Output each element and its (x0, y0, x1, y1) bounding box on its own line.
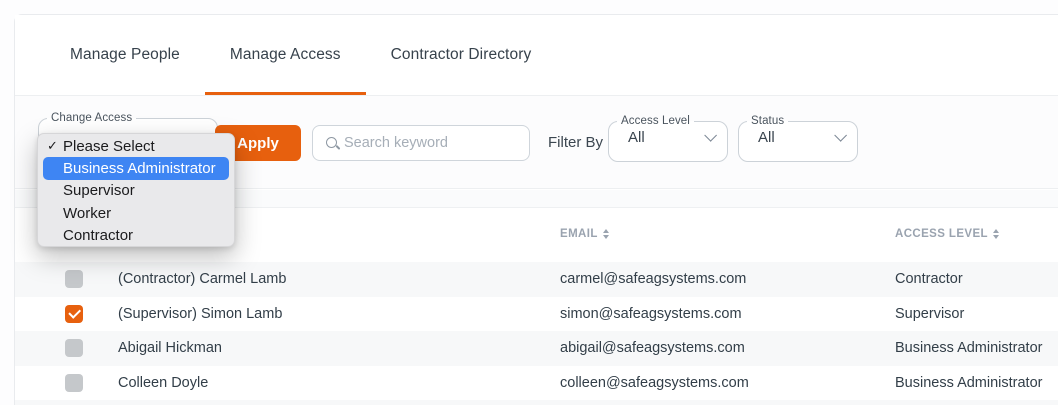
tab-contractor-directory[interactable]: Contractor Directory (366, 15, 557, 95)
access-level-filter-value: All (628, 129, 645, 146)
column-header-access-level[interactable]: ACCESS LEVEL (895, 228, 999, 240)
name-cell: Colleen Doyle (118, 374, 209, 391)
menu-item-label: Supervisor (63, 182, 135, 200)
table-row[interactable]: (Contractor) Carmel Lamb carmel@safeagsy… (15, 262, 1058, 297)
check-icon: ✓ (47, 138, 58, 154)
row-checkbox[interactable] (65, 373, 83, 392)
sort-icon (992, 228, 999, 240)
menu-item-label: Worker (63, 204, 112, 222)
tab-manage-access[interactable]: Manage Access (204, 15, 366, 95)
filter-by-label: Filter By (548, 134, 604, 151)
access-level-cell: Business Administrator (895, 374, 1043, 391)
menu-item-please-select[interactable]: ✓ Please Select (38, 135, 234, 157)
row-checkbox-checked[interactable] (65, 304, 83, 323)
menu-item-worker[interactable]: Worker (38, 202, 234, 224)
email-cell: carmel@safeagsystems.com (560, 271, 747, 288)
table-row[interactable]: Abigail Hickman abigail@safeagsystems.co… (15, 331, 1058, 366)
search-box[interactable] (312, 125, 530, 161)
table-row[interactable]: (Supervisor) Simon Lamb simon@safeagsyst… (15, 297, 1058, 332)
search-input[interactable] (344, 135, 519, 151)
row-checkbox[interactable] (65, 270, 83, 289)
menu-item-supervisor[interactable]: Supervisor (38, 180, 234, 202)
tab-bar: Manage People Manage Access Contractor D… (15, 15, 1058, 96)
email-cell: abigail@safeagsystems.com (560, 340, 745, 357)
row-checkbox[interactable] (65, 339, 83, 358)
status-filter-value: All (758, 129, 775, 146)
access-level-filter-label: Access Level (621, 115, 690, 127)
chevron-down-icon (704, 129, 717, 142)
column-header-access-level-label: ACCESS LEVEL (895, 228, 988, 240)
chevron-down-icon (834, 129, 847, 142)
menu-item-label: Please Select (63, 137, 155, 155)
name-cell: (Supervisor) Simon Lamb (118, 305, 283, 322)
tab-manage-people[interactable]: Manage People (45, 15, 205, 95)
access-level-cell: Supervisor (895, 305, 965, 322)
table-row[interactable]: Colleen Doyle colleen@safeagsystems.com … (15, 366, 1058, 401)
search-icon (326, 136, 337, 148)
menu-item-business-administrator[interactable]: Business Administrator (43, 157, 229, 180)
access-level-cell: Contractor (895, 271, 963, 288)
sort-icon (602, 228, 609, 240)
email-cell: colleen@safeagsystems.com (560, 374, 749, 391)
menu-item-label: Business Administrator (63, 160, 216, 178)
access-level-filter[interactable]: Access Level All (608, 115, 728, 162)
access-level-cell: Business Administrator (895, 340, 1043, 357)
name-cell: Abigail Hickman (118, 340, 222, 357)
menu-item-contractor[interactable]: Contractor (38, 225, 234, 247)
table-row-partial (15, 400, 1058, 405)
status-filter-label: Status (751, 115, 785, 127)
status-filter[interactable]: Status All (738, 115, 858, 162)
column-header-email[interactable]: EMAIL (560, 228, 609, 240)
menu-item-label: Contractor (63, 227, 134, 245)
email-cell: simon@safeagsystems.com (560, 305, 742, 322)
change-access-dropdown-menu: ✓ Please Select Business Administrator S… (37, 133, 235, 247)
change-access-label: Change Access (51, 112, 133, 124)
column-header-email-label: EMAIL (560, 228, 598, 240)
name-cell: (Contractor) Carmel Lamb (118, 271, 287, 288)
